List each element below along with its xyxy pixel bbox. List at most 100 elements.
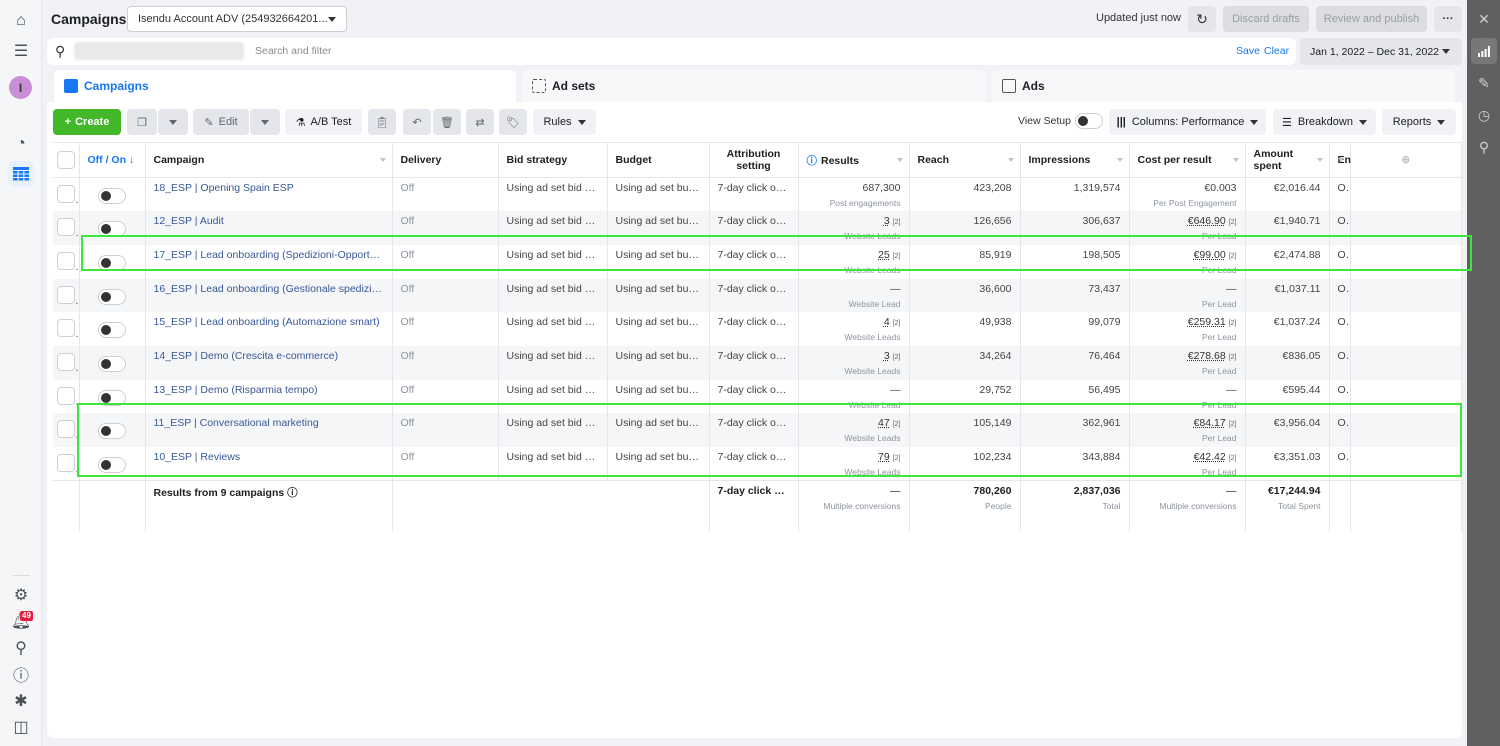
settings-gear-icon[interactable]: ⚙ <box>8 582 34 608</box>
delete-button[interactable]: 🗑︎ <box>433 109 461 135</box>
campaign-on-off-toggle[interactable] <box>97 288 126 305</box>
review-publish-button[interactable]: Review and publish <box>1316 6 1427 32</box>
ab-test-button[interactable]: ⚗ A/B Test <box>285 109 362 135</box>
header-budget[interactable]: Budget <box>607 142 710 178</box>
row-checkbox[interactable] <box>57 185 75 203</box>
row-checkbox[interactable] <box>57 218 75 237</box>
header-delivery[interactable]: Delivery <box>392 142 499 178</box>
results-value[interactable]: 79 <box>878 451 890 463</box>
reports-button[interactable]: Reports <box>1382 109 1456 135</box>
discard-drafts-button[interactable]: Discard drafts <box>1223 6 1309 32</box>
header-results[interactable]: ⓘ Results <box>798 142 910 178</box>
header-amount-spent[interactable]: Amount spent <box>1245 142 1330 178</box>
search-filter-bar[interactable]: ⚲ Search and filter Save Clear <box>47 38 1296 65</box>
results-value[interactable]: 25 <box>878 249 890 261</box>
cost-per-result-value[interactable]: €84.17 <box>1194 417 1226 429</box>
campaign-name-link[interactable]: 11_ESP | Conversational marketing <box>145 413 393 447</box>
table-row[interactable]: 10_ESP | Reviews Off Using ad set bid s...… <box>53 447 1462 481</box>
add-column-button[interactable]: ⊕ <box>1350 142 1462 178</box>
avatar[interactable]: I <box>9 76 32 99</box>
results-value[interactable]: 4 <box>884 316 890 328</box>
campaign-on-off-toggle[interactable] <box>97 254 126 271</box>
table-row[interactable]: 14_ESP | Demo (Crescita e-commerce) Off Us… <box>53 345 1462 380</box>
campaign-on-off-toggle[interactable] <box>97 188 126 204</box>
table-row[interactable]: 13_ESP | Demo (Risparmia tempo) Off Using … <box>53 379 1462 414</box>
cost-per-result-value[interactable]: €99.00 <box>1194 249 1226 261</box>
campaigns-table-icon[interactable] <box>8 161 34 187</box>
header-cost-per-result[interactable]: Cost per result <box>1129 142 1246 178</box>
cost-per-result-value[interactable]: €646.90 <box>1188 215 1226 227</box>
campaign-name-link[interactable]: 15_ESP | Lead onboarding (Automazione sm… <box>145 312 393 346</box>
undo-button[interactable]: ↶ <box>403 109 431 135</box>
edit-dropdown-button[interactable] <box>250 109 280 135</box>
columns-button[interactable]: ||| Columns: Performance <box>1109 109 1266 135</box>
table-row[interactable]: 15_ESP | Lead onboarding (Automazione sm… <box>53 312 1462 346</box>
campaign-on-off-toggle[interactable] <box>97 389 126 406</box>
edit-pencil-icon[interactable]: ✎ <box>1471 70 1497 96</box>
header-ends[interactable]: Ends <box>1329 142 1363 178</box>
duplicate-dropdown-button[interactable] <box>158 109 188 135</box>
tab-campaigns[interactable]: Campaigns <box>54 70 516 102</box>
applied-filter-chip[interactable] <box>74 42 244 60</box>
help-icon[interactable]: ⓘ <box>8 661 34 687</box>
clipboard-button[interactable]: 📋︎ <box>368 109 396 135</box>
preview-button[interactable]: ⇄ <box>466 109 494 135</box>
breakdown-button[interactable]: ☰ Breakdown <box>1273 109 1376 135</box>
dashboard-gauge-icon[interactable]: ◔ <box>8 131 34 157</box>
cost-per-result-value[interactable]: €278.68 <box>1188 350 1226 362</box>
rules-button[interactable]: Rules <box>533 109 596 135</box>
duplicate-button[interactable]: ❐ <box>127 109 157 135</box>
campaign-name-link[interactable]: 13_ESP | Demo (Risparmia tempo) <box>145 379 393 414</box>
tab-ad-sets[interactable]: Ad sets <box>522 70 986 102</box>
results-value[interactable]: 3 <box>884 215 890 227</box>
results-value[interactable]: 47 <box>878 417 890 429</box>
campaign-on-off-toggle[interactable] <box>97 322 126 339</box>
table-row[interactable]: 16_ESP | Lead onboarding (Gestionale spe… <box>53 278 1462 313</box>
campaign-name-link[interactable]: 16_ESP | Lead onboarding (Gestionale spe… <box>145 278 393 313</box>
search-icon[interactable]: ⚲ <box>8 635 34 661</box>
cost-per-result-value[interactable]: €42.42 <box>1194 451 1226 463</box>
search-input[interactable]: Search and filter <box>255 45 331 57</box>
table-row[interactable]: 12_ESP | Audit Off Using ad set bid s... Us… <box>53 211 1462 245</box>
campaign-on-off-toggle[interactable] <box>97 355 126 372</box>
table-row[interactable]: 18_ESP | Opening Spain ESP Off Using ad se… <box>53 177 1462 212</box>
header-bid-strategy[interactable]: Bid strategy <box>498 142 608 178</box>
campaign-on-off-toggle[interactable] <box>97 457 126 473</box>
header-campaign[interactable]: Campaign <box>145 142 393 178</box>
view-setup-toggle[interactable] <box>1075 113 1103 129</box>
header-attribution[interactable]: Attribution setting <box>709 142 799 178</box>
charts-icon[interactable] <box>1471 38 1497 64</box>
table-row[interactable]: 17_ESP | Lead onboarding (Spedizioni-Opp… <box>53 244 1462 279</box>
row-checkbox[interactable] <box>57 454 75 472</box>
date-range-picker[interactable]: Jan 1, 2022 – Dec 31, 2022 <box>1300 38 1462 65</box>
row-checkbox[interactable] <box>57 251 75 270</box>
row-checkbox[interactable] <box>57 285 75 304</box>
save-filter-link[interactable]: Save <box>1236 45 1260 57</box>
create-button[interactable]: + Create <box>53 109 121 135</box>
campaign-name-link[interactable]: 17_ESP | Lead onboarding (Spedizioni-Opp… <box>145 244 393 279</box>
header-impressions[interactable]: Impressions <box>1020 142 1130 178</box>
campaign-on-off-toggle[interactable] <box>97 221 126 238</box>
header-off-on[interactable]: Off / On ↓ <box>79 142 146 178</box>
row-checkbox[interactable] <box>57 386 75 405</box>
campaign-name-link[interactable]: 10_ESP | Reviews <box>145 447 393 481</box>
edit-button[interactable]: ✎ Edit <box>193 109 249 135</box>
header-reach[interactable]: Reach <box>909 142 1021 178</box>
home-icon[interactable]: ⌂ <box>8 8 34 34</box>
cost-per-result-value[interactable]: €259.31 <box>1188 316 1226 328</box>
tag-button[interactable]: 🏷︎ <box>499 109 527 135</box>
row-checkbox[interactable] <box>57 319 75 338</box>
campaign-name-link[interactable]: 18_ESP | Opening Spain ESP <box>145 177 393 212</box>
more-options-button[interactable]: ··· <box>1434 6 1462 32</box>
campaign-name-link[interactable]: 14_ESP | Demo (Crescita e-commerce) <box>145 345 393 380</box>
bug-report-icon[interactable]: ✱ <box>8 688 34 714</box>
refresh-button[interactable]: ↻ <box>1188 6 1216 32</box>
table-row[interactable]: 11_ESP | Conversational marketing Off Usin… <box>53 413 1462 447</box>
account-selector[interactable]: Isendu Account ADV (254932664201... <box>127 6 347 32</box>
menu-icon[interactable]: ☰ <box>8 38 34 64</box>
inspect-zoom-icon[interactable]: ⚲ <box>1471 134 1497 160</box>
campaign-name-link[interactable]: 12_ESP | Audit <box>145 211 393 245</box>
results-value[interactable]: 3 <box>884 350 890 362</box>
select-all-checkbox[interactable] <box>57 151 75 169</box>
close-icon[interactable]: ✕ <box>1471 6 1497 32</box>
